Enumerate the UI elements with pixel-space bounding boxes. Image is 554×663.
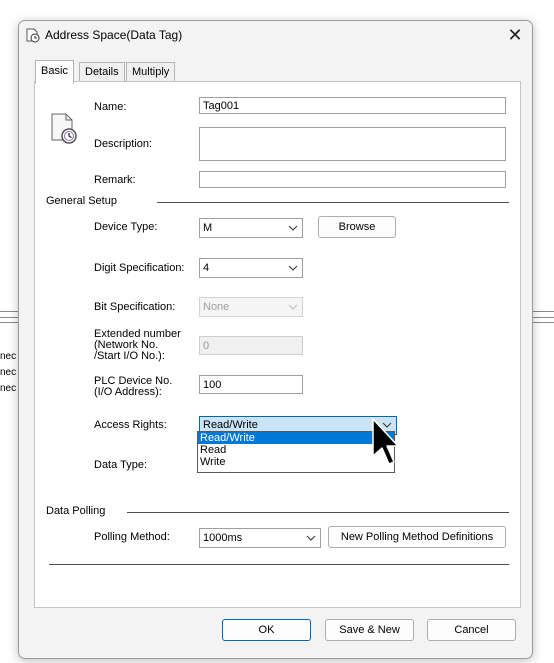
- option-read-write[interactable]: Read/Write: [198, 432, 394, 444]
- mouse-pointer-icon: [372, 418, 399, 465]
- background-line: [0, 317, 18, 318]
- description-label: Description:: [94, 138, 153, 150]
- tab-multiply[interactable]: Multiply: [126, 62, 176, 83]
- new-polling-method-button[interactable]: New Polling Method Definitions: [328, 526, 506, 548]
- digit-spec-select[interactable]: 4: [199, 258, 303, 278]
- bottom-divider: [49, 564, 509, 565]
- tag-clock-icon: [26, 28, 40, 43]
- basic-tab-panel: Name: Tag001 Description: Remark: Genera…: [34, 81, 521, 608]
- browse-button[interactable]: Browse: [318, 216, 396, 238]
- name-label: Name:: [94, 101, 127, 113]
- bit-spec-label: Bit Specification:: [94, 301, 176, 313]
- background-line: [0, 311, 18, 312]
- remark-field[interactable]: [199, 171, 506, 188]
- background-text: nec: [0, 383, 17, 394]
- device-type-select[interactable]: M: [199, 218, 303, 238]
- bit-spec-select: None: [199, 297, 303, 317]
- general-setup-heading: General Setup: [46, 195, 117, 207]
- address-space-dialog: Address Space(Data Tag) ✕ Basic Details …: [18, 20, 533, 659]
- option-read[interactable]: Read: [198, 444, 394, 456]
- extended-number-label: Extended number (Network No. /Start I/O …: [94, 328, 181, 362]
- plc-device-label: PLC Device No. (I/O Address):: [94, 375, 173, 398]
- remark-label: Remark:: [94, 174, 136, 186]
- chevron-down-icon: [306, 535, 316, 541]
- data-polling-heading: Data Polling: [46, 505, 106, 517]
- title-bar[interactable]: Address Space(Data Tag) ✕: [19, 21, 532, 51]
- general-setup-divider: [157, 202, 509, 203]
- access-rights-value: Read/Write: [203, 419, 258, 431]
- digit-spec-label: Digit Specification:: [94, 262, 185, 274]
- tab-details[interactable]: Details: [79, 62, 125, 83]
- chevron-down-icon: [288, 265, 298, 271]
- plc-device-field[interactable]: 100: [199, 375, 303, 394]
- document-clock-icon: [51, 113, 77, 144]
- polling-method-select[interactable]: 1000ms: [199, 528, 321, 548]
- polling-method-label: Polling Method:: [94, 531, 170, 543]
- ok-button[interactable]: OK: [222, 619, 311, 641]
- save-and-new-button[interactable]: Save & New: [325, 619, 414, 641]
- tab-basic[interactable]: Basic: [35, 60, 74, 84]
- background-line: [0, 322, 18, 323]
- window-title: Address Space(Data Tag): [45, 28, 183, 42]
- digit-spec-value: 4: [203, 262, 210, 274]
- device-type-value: M: [203, 222, 213, 234]
- background-text: nec: [0, 367, 17, 378]
- chevron-down-icon: [288, 225, 298, 231]
- background-text: nec: [0, 351, 17, 362]
- access-rights-label: Access Rights:: [94, 419, 167, 431]
- close-button[interactable]: ✕: [502, 23, 528, 47]
- option-write[interactable]: Write: [198, 456, 394, 468]
- background-line: [531, 311, 554, 312]
- data-polling-divider: [127, 512, 509, 513]
- name-field[interactable]: Tag001: [199, 97, 506, 114]
- background-line: [531, 322, 554, 323]
- data-type-label: Data Type:: [94, 459, 147, 471]
- polling-method-value: 1000ms: [203, 532, 243, 544]
- bit-spec-value: None: [203, 301, 230, 313]
- device-type-label: Device Type:: [94, 221, 158, 233]
- background-line: [531, 317, 554, 318]
- extended-number-field: 0: [199, 336, 303, 355]
- cancel-button[interactable]: Cancel: [427, 619, 516, 641]
- description-field[interactable]: [199, 127, 506, 161]
- chevron-down-icon: [288, 304, 298, 310]
- access-rights-dropdown-list[interactable]: Read/Write Read Write: [197, 431, 395, 473]
